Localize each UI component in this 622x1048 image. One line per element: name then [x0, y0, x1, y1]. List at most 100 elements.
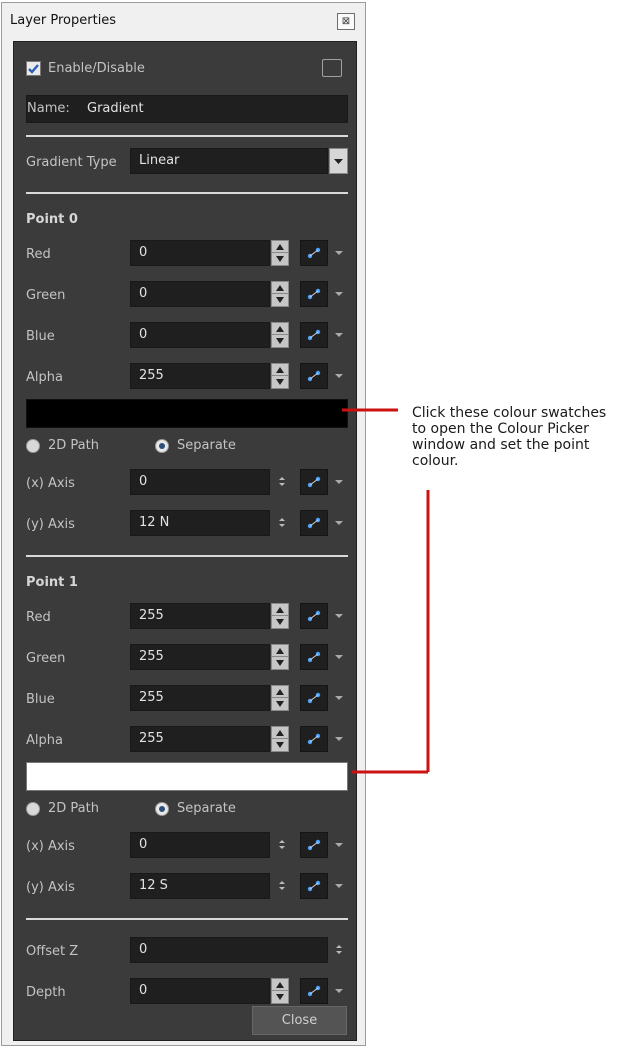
step-down-icon[interactable] — [272, 294, 288, 306]
point0-alpha-label: Alpha — [26, 370, 63, 385]
step-down-icon[interactable] — [272, 991, 288, 1003]
point1-red-menu-arrow[interactable] — [334, 603, 344, 629]
divider — [26, 918, 348, 920]
point1-x-axis-input[interactable]: 0 — [130, 832, 270, 858]
point0-green-function-button[interactable] — [300, 281, 328, 307]
point0-green-stepper[interactable] — [271, 281, 289, 307]
step-down-icon[interactable] — [272, 657, 288, 669]
point0-2d-path-radio[interactable] — [26, 439, 40, 453]
depth-menu-arrow[interactable] — [334, 978, 344, 1004]
point0-x-axis-menu-arrow[interactable] — [334, 469, 344, 495]
point0-green-input[interactable]: 0 — [130, 281, 270, 307]
point0-separate-radio[interactable] — [155, 439, 169, 453]
point0-red-function-button[interactable] — [300, 240, 328, 266]
gradient-type-select[interactable]: Linear — [130, 148, 328, 174]
point0-y-axis-stepper[interactable] — [277, 510, 287, 536]
point1-x-axis-menu-arrow[interactable] — [334, 832, 344, 858]
point0-alpha-stepper[interactable] — [271, 363, 289, 389]
step-up-icon[interactable] — [272, 364, 288, 376]
stepper-arrows-icon — [279, 477, 285, 486]
point1-green-input[interactable]: 255 — [130, 644, 270, 670]
point0-y-axis-input[interactable]: 12 N — [130, 510, 270, 536]
step-up-icon[interactable] — [272, 282, 288, 294]
point0-alpha-input[interactable]: 255 — [130, 363, 270, 389]
point1-alpha-stepper[interactable] — [271, 726, 289, 752]
point0-2d-path-label: 2D Path — [48, 438, 99, 453]
point0-x-axis-function-button[interactable] — [300, 469, 328, 495]
offset-z-input[interactable]: 0 — [130, 937, 328, 963]
point1-alpha-function-button[interactable] — [300, 726, 328, 752]
point0-red-input[interactable]: 0 — [130, 240, 270, 266]
gradient-type-label: Gradient Type — [26, 155, 117, 170]
stepper-arrows-icon — [279, 840, 285, 849]
enable-checkbox[interactable] — [26, 61, 41, 76]
point1-y-axis-function-button[interactable] — [300, 873, 328, 899]
point1-alpha-menu-arrow[interactable] — [334, 726, 344, 752]
point0-blue-stepper[interactable] — [271, 322, 289, 348]
step-up-icon[interactable] — [272, 645, 288, 657]
point1-green-function-button[interactable] — [300, 644, 328, 670]
function-curve-icon — [307, 880, 321, 892]
depth-input[interactable]: 0 — [130, 978, 270, 1004]
step-up-icon[interactable] — [272, 727, 288, 739]
function-curve-icon — [307, 288, 321, 300]
point1-y-axis-menu-arrow[interactable] — [334, 873, 344, 899]
point1-y-axis-label: (y) Axis — [26, 880, 75, 895]
enable-toggle-box[interactable] — [322, 59, 342, 77]
point0-y-axis-menu-arrow[interactable] — [334, 510, 344, 536]
point1-alpha-input[interactable]: 255 — [130, 726, 270, 752]
point1-green-menu-arrow[interactable] — [334, 644, 344, 670]
point0-blue-function-button[interactable] — [300, 322, 328, 348]
point1-y-axis-stepper[interactable] — [277, 873, 287, 899]
step-down-icon[interactable] — [272, 616, 288, 628]
depth-function-button[interactable] — [300, 978, 328, 1004]
step-down-icon[interactable] — [272, 335, 288, 347]
callout-line: colour. — [412, 453, 459, 469]
point0-x-axis-input[interactable]: 0 — [130, 469, 270, 495]
step-up-icon[interactable] — [272, 979, 288, 991]
point1-x-axis-stepper[interactable] — [277, 832, 287, 858]
point0-colour-swatch[interactable] — [26, 399, 348, 428]
point0-y-axis-function-button[interactable] — [300, 510, 328, 536]
point0-blue-menu-arrow[interactable] — [334, 322, 344, 348]
point0-green-menu-arrow[interactable] — [334, 281, 344, 307]
point1-separate-radio[interactable] — [155, 802, 169, 816]
name-value: Gradient — [87, 101, 144, 116]
step-down-icon[interactable] — [272, 376, 288, 388]
point1-colour-swatch[interactable] — [26, 762, 348, 791]
point0-blue-input[interactable]: 0 — [130, 322, 270, 348]
title-bar: Layer Properties ⊠ — [2, 3, 365, 39]
point1-y-axis-input[interactable]: 12 S — [130, 873, 270, 899]
point0-alpha-function-button[interactable] — [300, 363, 328, 389]
step-down-icon[interactable] — [272, 253, 288, 265]
point1-red-input[interactable]: 255 — [130, 603, 270, 629]
point1-blue-menu-arrow[interactable] — [334, 685, 344, 711]
step-up-icon[interactable] — [272, 323, 288, 335]
gradient-type-dropdown-button[interactable] — [329, 148, 348, 174]
step-up-icon[interactable] — [272, 686, 288, 698]
step-down-icon[interactable] — [272, 739, 288, 751]
step-up-icon[interactable] — [272, 604, 288, 616]
point1-blue-function-button[interactable] — [300, 685, 328, 711]
offset-z-stepper[interactable] — [334, 937, 344, 963]
step-down-icon[interactable] — [272, 698, 288, 710]
name-input[interactable]: Gradient — [75, 96, 347, 122]
point0-x-axis-stepper[interactable] — [277, 469, 287, 495]
point0-red-stepper[interactable] — [271, 240, 289, 266]
point1-2d-path-radio[interactable] — [26, 802, 40, 816]
point0-red-menu-arrow[interactable] — [334, 240, 344, 266]
point1-red-stepper[interactable] — [271, 603, 289, 629]
point1-alpha-label: Alpha — [26, 733, 63, 748]
point1-red-function-button[interactable] — [300, 603, 328, 629]
point1-blue-stepper[interactable] — [271, 685, 289, 711]
close-button[interactable]: Close — [252, 1006, 347, 1035]
function-curve-icon — [307, 839, 321, 851]
function-curve-icon — [307, 329, 321, 341]
close-window-icon[interactable]: ⊠ — [337, 13, 355, 30]
point1-x-axis-function-button[interactable] — [300, 832, 328, 858]
depth-stepper[interactable] — [271, 978, 289, 1004]
point1-blue-input[interactable]: 255 — [130, 685, 270, 711]
point1-green-stepper[interactable] — [271, 644, 289, 670]
step-up-icon[interactable] — [272, 241, 288, 253]
point0-alpha-menu-arrow[interactable] — [334, 363, 344, 389]
